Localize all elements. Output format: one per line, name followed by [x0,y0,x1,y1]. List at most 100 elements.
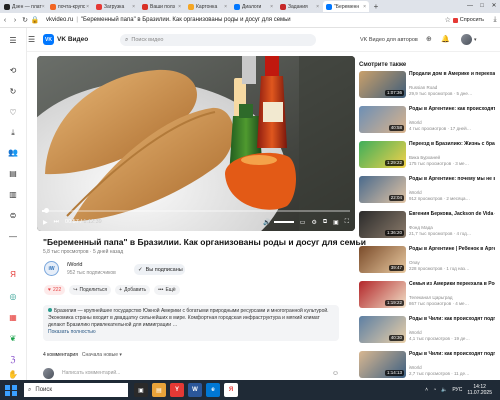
sort-dropdown[interactable]: Сначала новые ▾ [82,352,122,358]
chevron-down-icon[interactable]: ▾ [474,37,477,43]
reload-sidebar-icon[interactable]: ↻ [7,85,19,97]
settings-icon[interactable]: ⚙ [311,219,316,226]
authors-link[interactable]: VK Видео для авторов [360,37,418,43]
chevron-up-icon[interactable]: ˄ [425,387,428,393]
recommendation-item[interactable]: 40:58 Роды в Аргентине: как происходят по… [359,106,495,136]
play-icon[interactable]: ▶ [43,219,48,226]
maximize-icon[interactable]: □ [476,0,488,13]
recommendation-item[interactable]: 40:30 Роды в Чили: как происходят подгото… [359,316,495,346]
tab-close-icon[interactable]: × [363,4,366,10]
recommendation-thumbnail[interactable]: 40:58 [359,106,406,133]
recommendation-title[interactable]: Семья из Америки переехала в Россию на… [409,281,495,287]
circle-app-icon[interactable]: ◎ [7,290,19,302]
reload-icon[interactable]: ↻ [20,16,30,24]
browser-tab[interactable]: Картонка × [185,1,230,12]
sc-app-icon[interactable]: ℨ [7,353,19,365]
volume-slider[interactable] [273,221,294,223]
recommendation-item[interactable]: 1:29:22 Переезд в Бразилию: Жизнь с брази… [359,141,495,171]
emoji-icon[interactable]: ☺ [332,370,339,377]
browser-tab[interactable]: "Беременн × [323,1,369,12]
recommendation-title[interactable]: Евгения Беркова, Jackson de Vida — о раб… [409,211,495,217]
task-view-icon[interactable]: ▣ [134,383,148,397]
next-icon[interactable]: ⏭ [54,219,59,226]
ask-button[interactable]: Спросить [452,17,484,23]
recommendation-title[interactable]: Роды в Аргентине: как происходят подгото… [409,106,495,112]
recommendation-title[interactable]: Роды в Чили: как происходят подготовка к… [409,351,495,357]
recommendation-thumbnail[interactable]: 1:14:13 [359,351,406,378]
recommendation-author[interactable]: Russian Road [409,85,437,90]
subscribed-button[interactable]: ✓ Вы подписаны [134,264,185,275]
menu-icon[interactable]: ☰ [7,34,19,46]
leaf-app-icon[interactable]: ❦ [7,332,19,344]
favorites-icon[interactable]: ♡ [7,106,19,118]
tab-close-icon[interactable]: × [316,4,319,10]
close-window-icon[interactable]: ✕ [488,0,500,13]
back-icon[interactable]: ‹ [0,17,10,24]
url-field[interactable]: vkvideo.ru | "Беременный папа" в Бразилии.… [46,17,291,23]
user-avatar[interactable] [461,34,472,45]
downloads-icon[interactable]: ⤓ [7,127,19,139]
recommendation-thumbnail[interactable]: 39:47 [359,246,406,273]
tab-close-icon[interactable]: × [224,4,227,10]
recommendation-item[interactable]: 1:19:22 Семья из Америки переехала в Росс… [359,281,495,311]
comment-input[interactable]: Написать комментарий... [62,370,120,376]
speaker-icon[interactable]: 🔈 [441,387,447,393]
start-icon[interactable] [4,383,18,397]
hand-app-icon[interactable]: ✋ [7,368,19,380]
recommendation-title[interactable]: Роды в Чили: как происходят подготовка к… [409,316,495,322]
browser-tab[interactable]: почта-крупс × [47,1,92,12]
recommendation-author[interactable]: Onay [409,260,420,265]
share-button[interactable]: ↪ Поделиться [69,285,112,295]
recommendation-item[interactable]: 1:14:13 Роды в Чили: как происходят подго… [359,351,495,381]
minimize-icon[interactable]: — [464,0,476,13]
taskbar-search[interactable]: ⌕ Поиск [24,383,128,397]
channel-name[interactable]: iWorld [67,262,83,268]
recommendation-title[interactable]: Роды в Аргентине: почему мы не выбрали! [409,176,495,182]
progress-handle[interactable] [44,208,49,213]
browser-tab[interactable]: Загрузка × [93,1,138,12]
recommendation-thumbnail[interactable]: 1:19:22 [359,281,406,308]
recommendation-thumbnail[interactable]: 40:30 [359,316,406,343]
browser-tab[interactable]: Ваши полз × [139,1,184,12]
edge-icon[interactable]: e [206,383,220,397]
tab-close-icon[interactable]: × [42,4,45,10]
yandex-icon[interactable]: Я [7,268,19,280]
input-language[interactable]: РУС [452,387,462,393]
recommendation-item[interactable]: 1:36:20 Евгения Беркова, Jackson de Vida … [359,211,495,241]
yandex-app-icon[interactable]: Я [224,383,238,397]
recommendation-author[interactable]: Телеканал Царьград [409,295,452,300]
fullscreen-icon[interactable]: ⛶ [345,219,349,226]
recommendation-author[interactable]: iWorld [409,120,422,125]
new-tab-button[interactable]: + [371,2,381,11]
tab-close-icon[interactable]: × [270,4,273,10]
miniplayer-icon[interactable]: ▣ [333,219,339,226]
add-button[interactable]: + Добавить [115,285,151,295]
recommendation-author[interactable]: Фонд Мада [409,225,433,230]
recommendation-item[interactable]: 1:07:36 Продали дом в Америке и переехали… [359,71,495,101]
toggle-icon[interactable]: ⊜ [7,209,19,221]
more-button[interactable]: ••• Ещё [154,285,180,295]
recommendation-author[interactable]: iWorld [409,190,422,195]
browser-tab[interactable]: Задания × [277,1,322,12]
forward-icon[interactable]: › [10,17,20,24]
recommendation-thumbnail[interactable]: 1:07:36 [359,71,406,98]
like-button[interactable]: ♥ 222 [44,285,66,295]
word-icon[interactable]: W [188,383,202,397]
recommendation-author[interactable]: iWorld [409,330,422,335]
history-icon[interactable]: ⟲ [7,64,19,76]
tab-close-icon[interactable]: × [86,4,89,10]
browser-tab[interactable]: Диалоги × [231,1,276,12]
chapters-icon[interactable]: ▭ [300,219,306,226]
vk-logo-icon[interactable]: VK [43,34,54,45]
tab-close-icon[interactable]: × [178,4,181,10]
yandex-browser-icon[interactable]: Y [170,383,184,397]
recommendation-title[interactable]: Переезд в Бразилию: Жизнь с бразильской… [409,141,495,147]
notifications-icon[interactable]: 🔔 [441,35,450,43]
network-icon[interactable]: ◔ [433,387,436,393]
browser-tab[interactable]: Дзен — плат × [1,1,46,12]
recommendation-item[interactable]: 22:04 Роды в Аргентине: почему мы не выбр… [359,176,495,206]
channel-avatar[interactable]: iW [44,261,59,276]
recommendation-title[interactable]: Продали дом в Америке и переехали в «нор… [409,71,495,77]
recommendation-thumbnail[interactable]: 1:36:20 [359,211,406,238]
download-icon[interactable]: ⤓ [490,16,500,24]
